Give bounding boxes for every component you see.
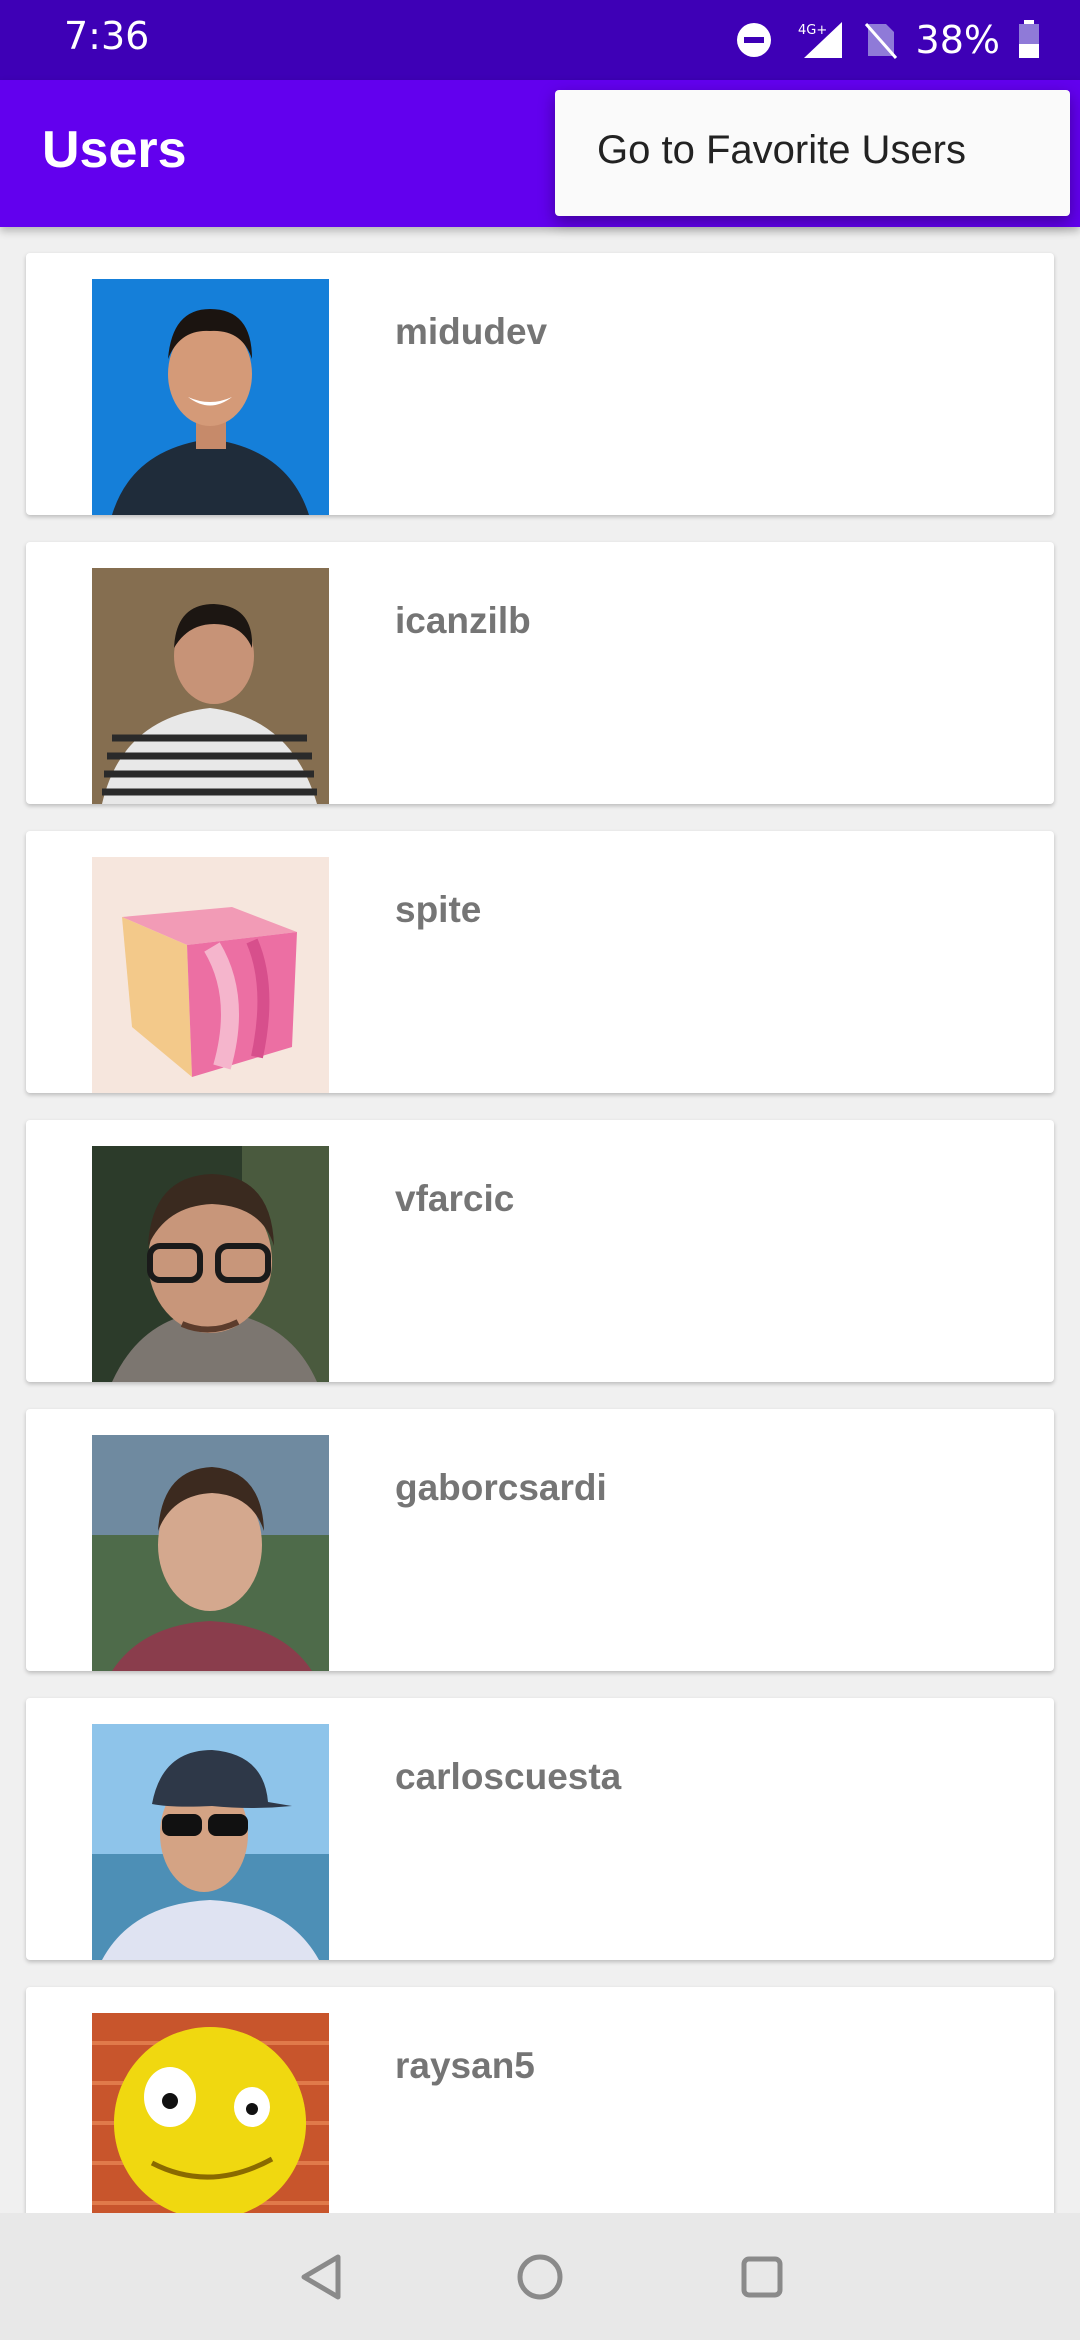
user-card[interactable]: carloscuesta	[26, 1698, 1054, 1960]
user-avatar	[92, 568, 329, 804]
battery-percent: 38%	[915, 18, 1000, 62]
user-login: carloscuesta	[395, 1756, 622, 1797]
system-nav-bar	[0, 2213, 1080, 2340]
user-card[interactable]: spite	[26, 831, 1054, 1093]
user-list[interactable]: midudev icanzilb spite vfarcic gaborcsar…	[0, 227, 1080, 2213]
avatar-pink-cube	[92, 857, 329, 1093]
user-card[interactable]: raysan5	[26, 1987, 1054, 2213]
avatar-photo-glasses	[92, 1146, 329, 1382]
overflow-menu: Go to Favorite Users	[555, 90, 1070, 216]
avatar-yellow-smiley	[92, 2013, 329, 2213]
user-avatar	[92, 2013, 329, 2213]
avatar-photo-outdoor	[92, 1435, 329, 1671]
user-avatar	[92, 1724, 329, 1960]
do-not-disturb-icon	[736, 22, 772, 58]
user-avatar	[92, 1435, 329, 1671]
user-avatar	[92, 279, 329, 515]
screen: 7:36 4G+ 38% Users Go to Favorite Users	[0, 0, 1080, 2340]
user-card[interactable]: gaborcsardi	[26, 1409, 1054, 1671]
no-sim-icon	[864, 20, 898, 60]
app-title: Users	[42, 121, 187, 179]
user-avatar	[92, 857, 329, 1093]
home-icon[interactable]	[510, 2247, 570, 2307]
user-login: raysan5	[395, 2045, 535, 2086]
signal-icon: 4G+	[790, 20, 846, 60]
avatar-photo-cap	[92, 1724, 329, 1960]
user-card[interactable]: midudev	[26, 253, 1054, 515]
status-time: 7:36	[64, 14, 150, 58]
menu-item-favorite-users[interactable]: Go to Favorite Users	[597, 128, 966, 173]
back-icon[interactable]	[292, 2247, 352, 2307]
user-login: gaborcsardi	[395, 1467, 607, 1508]
status-bar: 7:36 4G+ 38%	[0, 0, 1080, 80]
user-card[interactable]: vfarcic	[26, 1120, 1054, 1382]
user-login: midudev	[395, 311, 548, 352]
user-login: spite	[395, 889, 482, 930]
recents-icon[interactable]	[732, 2247, 792, 2307]
network-type-label: 4G+	[798, 23, 827, 38]
user-login: vfarcic	[395, 1178, 515, 1219]
user-login: icanzilb	[395, 600, 531, 641]
avatar-photo-brown	[92, 568, 329, 804]
status-icons: 4G+ 38%	[736, 14, 1040, 66]
user-avatar	[92, 1146, 329, 1382]
battery-icon	[1018, 20, 1040, 60]
avatar-photo-blue	[92, 279, 329, 515]
user-card[interactable]: icanzilb	[26, 542, 1054, 804]
